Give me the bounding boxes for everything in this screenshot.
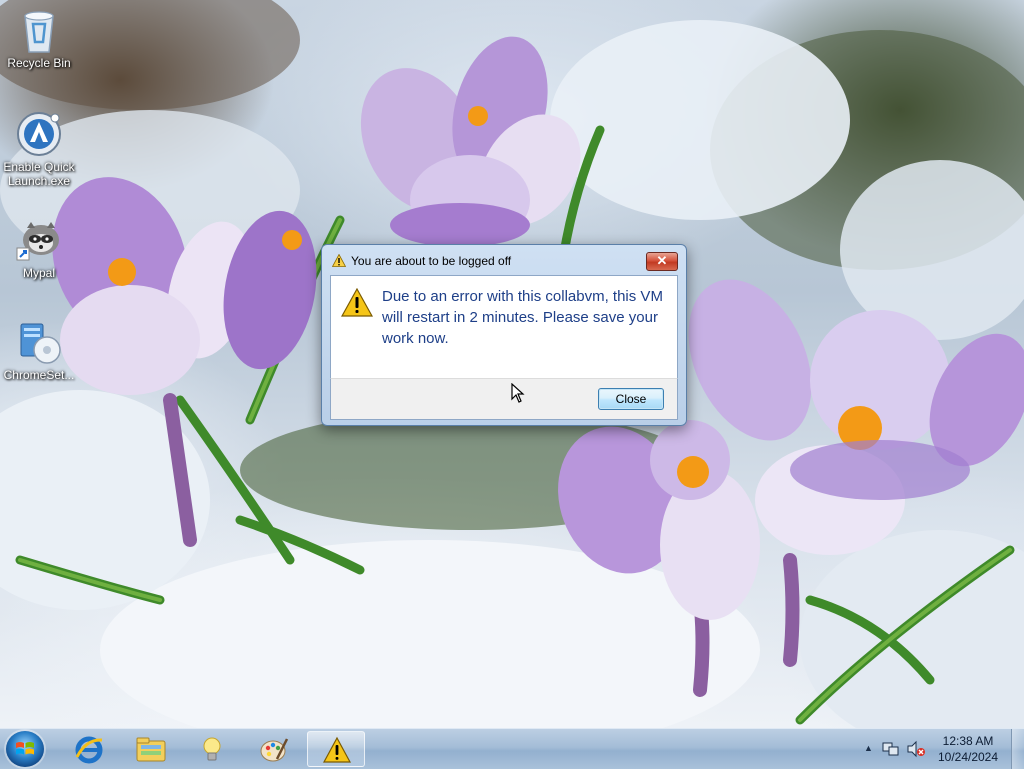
desktop-icon-label: Recycle Bin [7, 56, 71, 70]
clock-time: 12:38 AM [942, 734, 994, 748]
system-tray: ▲ 12:38 AM 10/24/2024 [852, 729, 1012, 769]
taskbar-item-internet-explorer[interactable] [60, 731, 118, 767]
mypal-raccoon-icon [15, 216, 63, 264]
internet-explorer-icon [75, 736, 103, 764]
dialog-content: Due to an error with this collabvm, this… [330, 275, 678, 379]
mouse-pointer-icon [511, 383, 525, 403]
close-button[interactable]: Close [598, 388, 664, 410]
title-close-button[interactable]: ✕ [646, 252, 678, 271]
dialog-title: You are about to be logged off [351, 254, 512, 268]
recycle-bin-icon [15, 6, 63, 54]
network-icon[interactable] [882, 740, 900, 758]
desktop-icon-chrome-setup[interactable]: ChromeSet... [1, 318, 77, 382]
dialog-footer: Close [330, 378, 678, 420]
desktop-icon-label: Mypal [22, 266, 55, 280]
clock-date: 10/24/2024 [937, 750, 999, 764]
quick-launch-icon [15, 110, 63, 158]
taskbar-item-file-explorer[interactable] [121, 731, 179, 767]
desktop-icon-label: ChromeSet... [3, 368, 75, 382]
warning-icon [322, 736, 352, 763]
warning-icon [332, 254, 346, 267]
desktop-icon-mypal[interactable]: Mypal [1, 216, 77, 280]
taskbar-item-warning[interactable] [307, 731, 365, 767]
dialog-titlebar[interactable]: You are about to be logged off ✕ [322, 245, 686, 275]
file-explorer-icon [136, 737, 166, 762]
taskbar-clock[interactable]: 12:38 AM 10/24/2024 [934, 733, 1002, 765]
taskbar-item-lightbulb[interactable] [183, 731, 241, 767]
dialog-message: Due to an error with this collabvm, this… [382, 288, 663, 347]
close-icon: ✕ [656, 253, 668, 268]
lightbulb-icon [203, 737, 221, 761]
desktop-icon-recycle-bin[interactable]: Recycle Bin [1, 6, 77, 70]
warning-icon [341, 288, 373, 317]
windows-logo-icon [16, 742, 34, 755]
volume-muted-icon[interactable] [906, 740, 926, 758]
show-hidden-icons-button[interactable]: ▲ [864, 743, 873, 753]
logoff-warning-dialog: You are about to be logged off ✕ Due to … [321, 244, 687, 426]
desktop-icon-label: Enable Quick Launch.exe [3, 160, 75, 188]
desktop-icon-enable-quick-launch[interactable]: Enable Quick Launch.exe [1, 110, 77, 188]
taskbar: ▲ 12:38 AM 10/24/2024 [0, 728, 1024, 769]
start-button[interactable] [6, 731, 44, 767]
chrome-setup-icon [15, 318, 63, 366]
paint-palette-icon [260, 738, 289, 762]
show-desktop-button[interactable] [1011, 729, 1024, 769]
taskbar-item-paint[interactable] [245, 731, 303, 767]
